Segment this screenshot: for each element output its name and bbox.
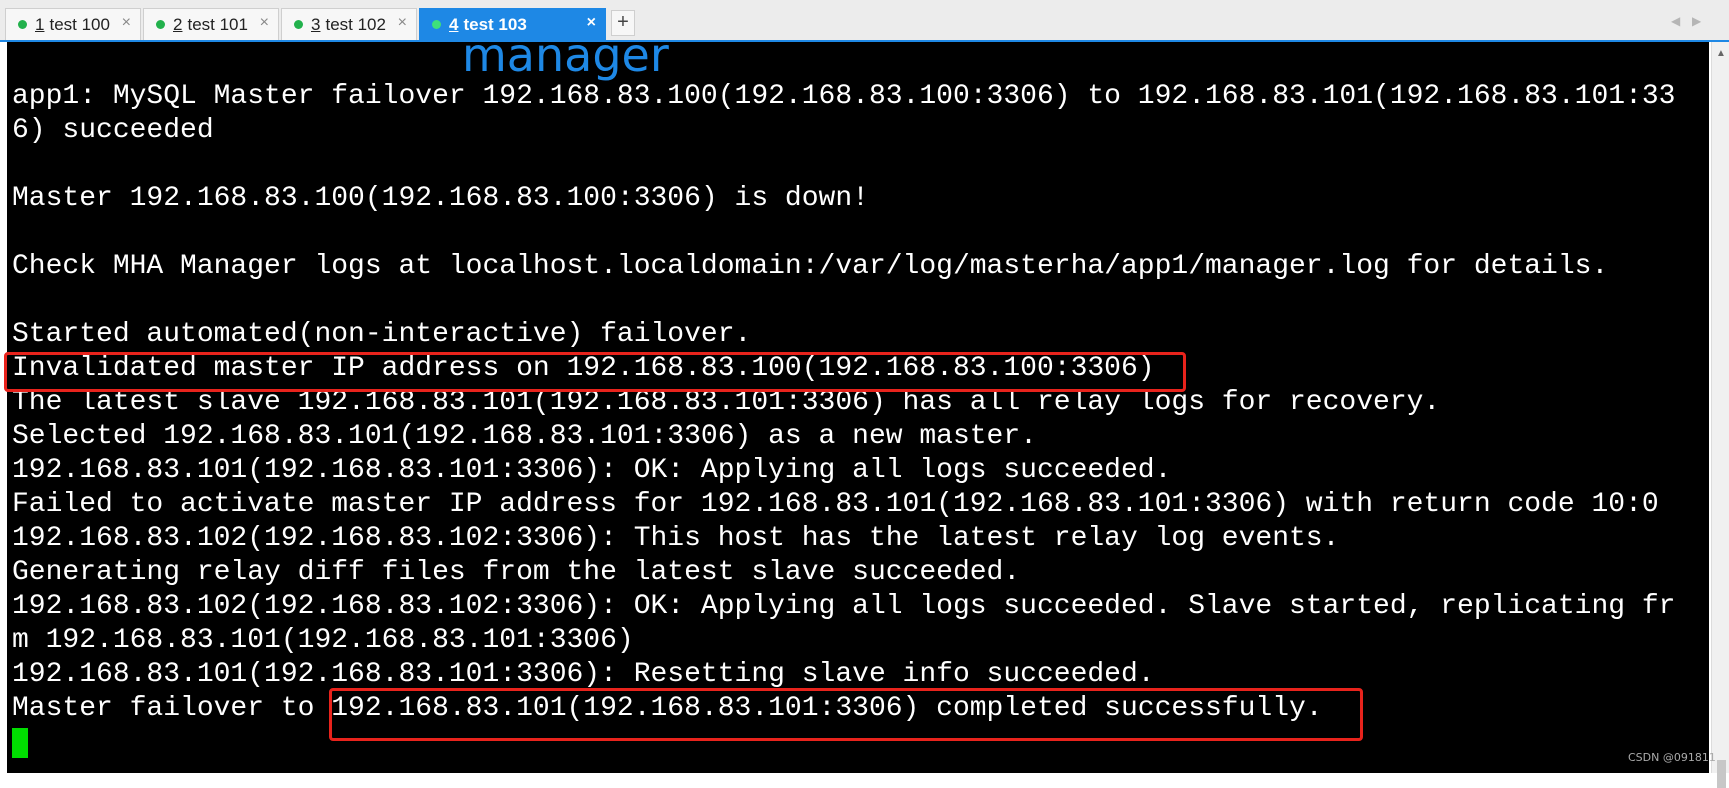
terminal-line: 6) succeeded [12,115,214,146]
watermark: CSDN @091811 [1628,751,1716,764]
tab-test-101[interactable]: 2 test 101 × [143,8,279,40]
manager-annotation-label: manager [462,28,669,82]
terminal-line: 192.168.83.101(192.168.83.101:3306): OK:… [12,455,1172,486]
terminal-line: Failed to activate master IP address for… [12,489,1659,520]
terminal-line: 192.168.83.101(192.168.83.101:3306): Res… [12,659,1155,690]
terminal-cursor [12,728,28,758]
terminal-line: 192.168.83.102(192.168.83.102:3306): OK:… [12,591,1676,622]
tab-number: 3 [311,14,321,34]
terminal-line: Started automated(non-interactive) failo… [12,319,752,350]
tab-number: 1 [35,14,45,34]
scrollbar-thumb[interactable] [1717,760,1726,788]
terminal-line: app1: MySQL Master failover 192.168.83.1… [12,81,1676,112]
tab-label: test 102 [325,14,386,34]
connection-status-dot [18,20,27,29]
close-icon[interactable]: × [122,14,131,32]
terminal-line: 192.168.83.102(192.168.83.102:3306): Thi… [12,523,1340,554]
tab-number: 4 [449,14,459,34]
highlight-box-invalidated-ip [4,352,1186,392]
tab-label: test 100 [49,14,110,34]
connection-status-dot [432,20,441,29]
terminal-line: m 192.168.83.101(192.168.83.101:3306) [12,625,634,656]
highlight-box-failover-completed [329,688,1363,741]
tab-test-100[interactable]: 1 test 100 × [5,8,141,40]
tab-number: 2 [173,14,183,34]
scroll-up-arrow-icon[interactable]: ▲ [1716,48,1726,59]
terminal-scrollbar[interactable]: ▲ [1711,42,1729,788]
previous-tab-arrow-icon[interactable]: ◀ [1671,14,1680,28]
tab-test-102[interactable]: 3 test 102 × [281,8,417,40]
tab-label: test 101 [187,14,248,34]
terminal-line: Master 192.168.83.100(192.168.83.100:330… [12,183,869,214]
connection-status-dot [156,20,165,29]
connection-status-dot [294,20,303,29]
close-icon[interactable]: × [260,14,269,32]
terminal-line: Selected 192.168.83.101(192.168.83.101:3… [12,421,1037,452]
tab-bar: 1 test 100 × 2 test 101 × 3 test 102 × 4… [0,0,1729,42]
next-tab-arrow-icon[interactable]: ▶ [1692,14,1701,28]
close-icon[interactable]: × [398,14,407,32]
terminal-line: Check MHA Manager logs at localhost.loca… [12,251,1609,282]
terminal-line: Generating relay diff files from the lat… [12,557,1021,588]
